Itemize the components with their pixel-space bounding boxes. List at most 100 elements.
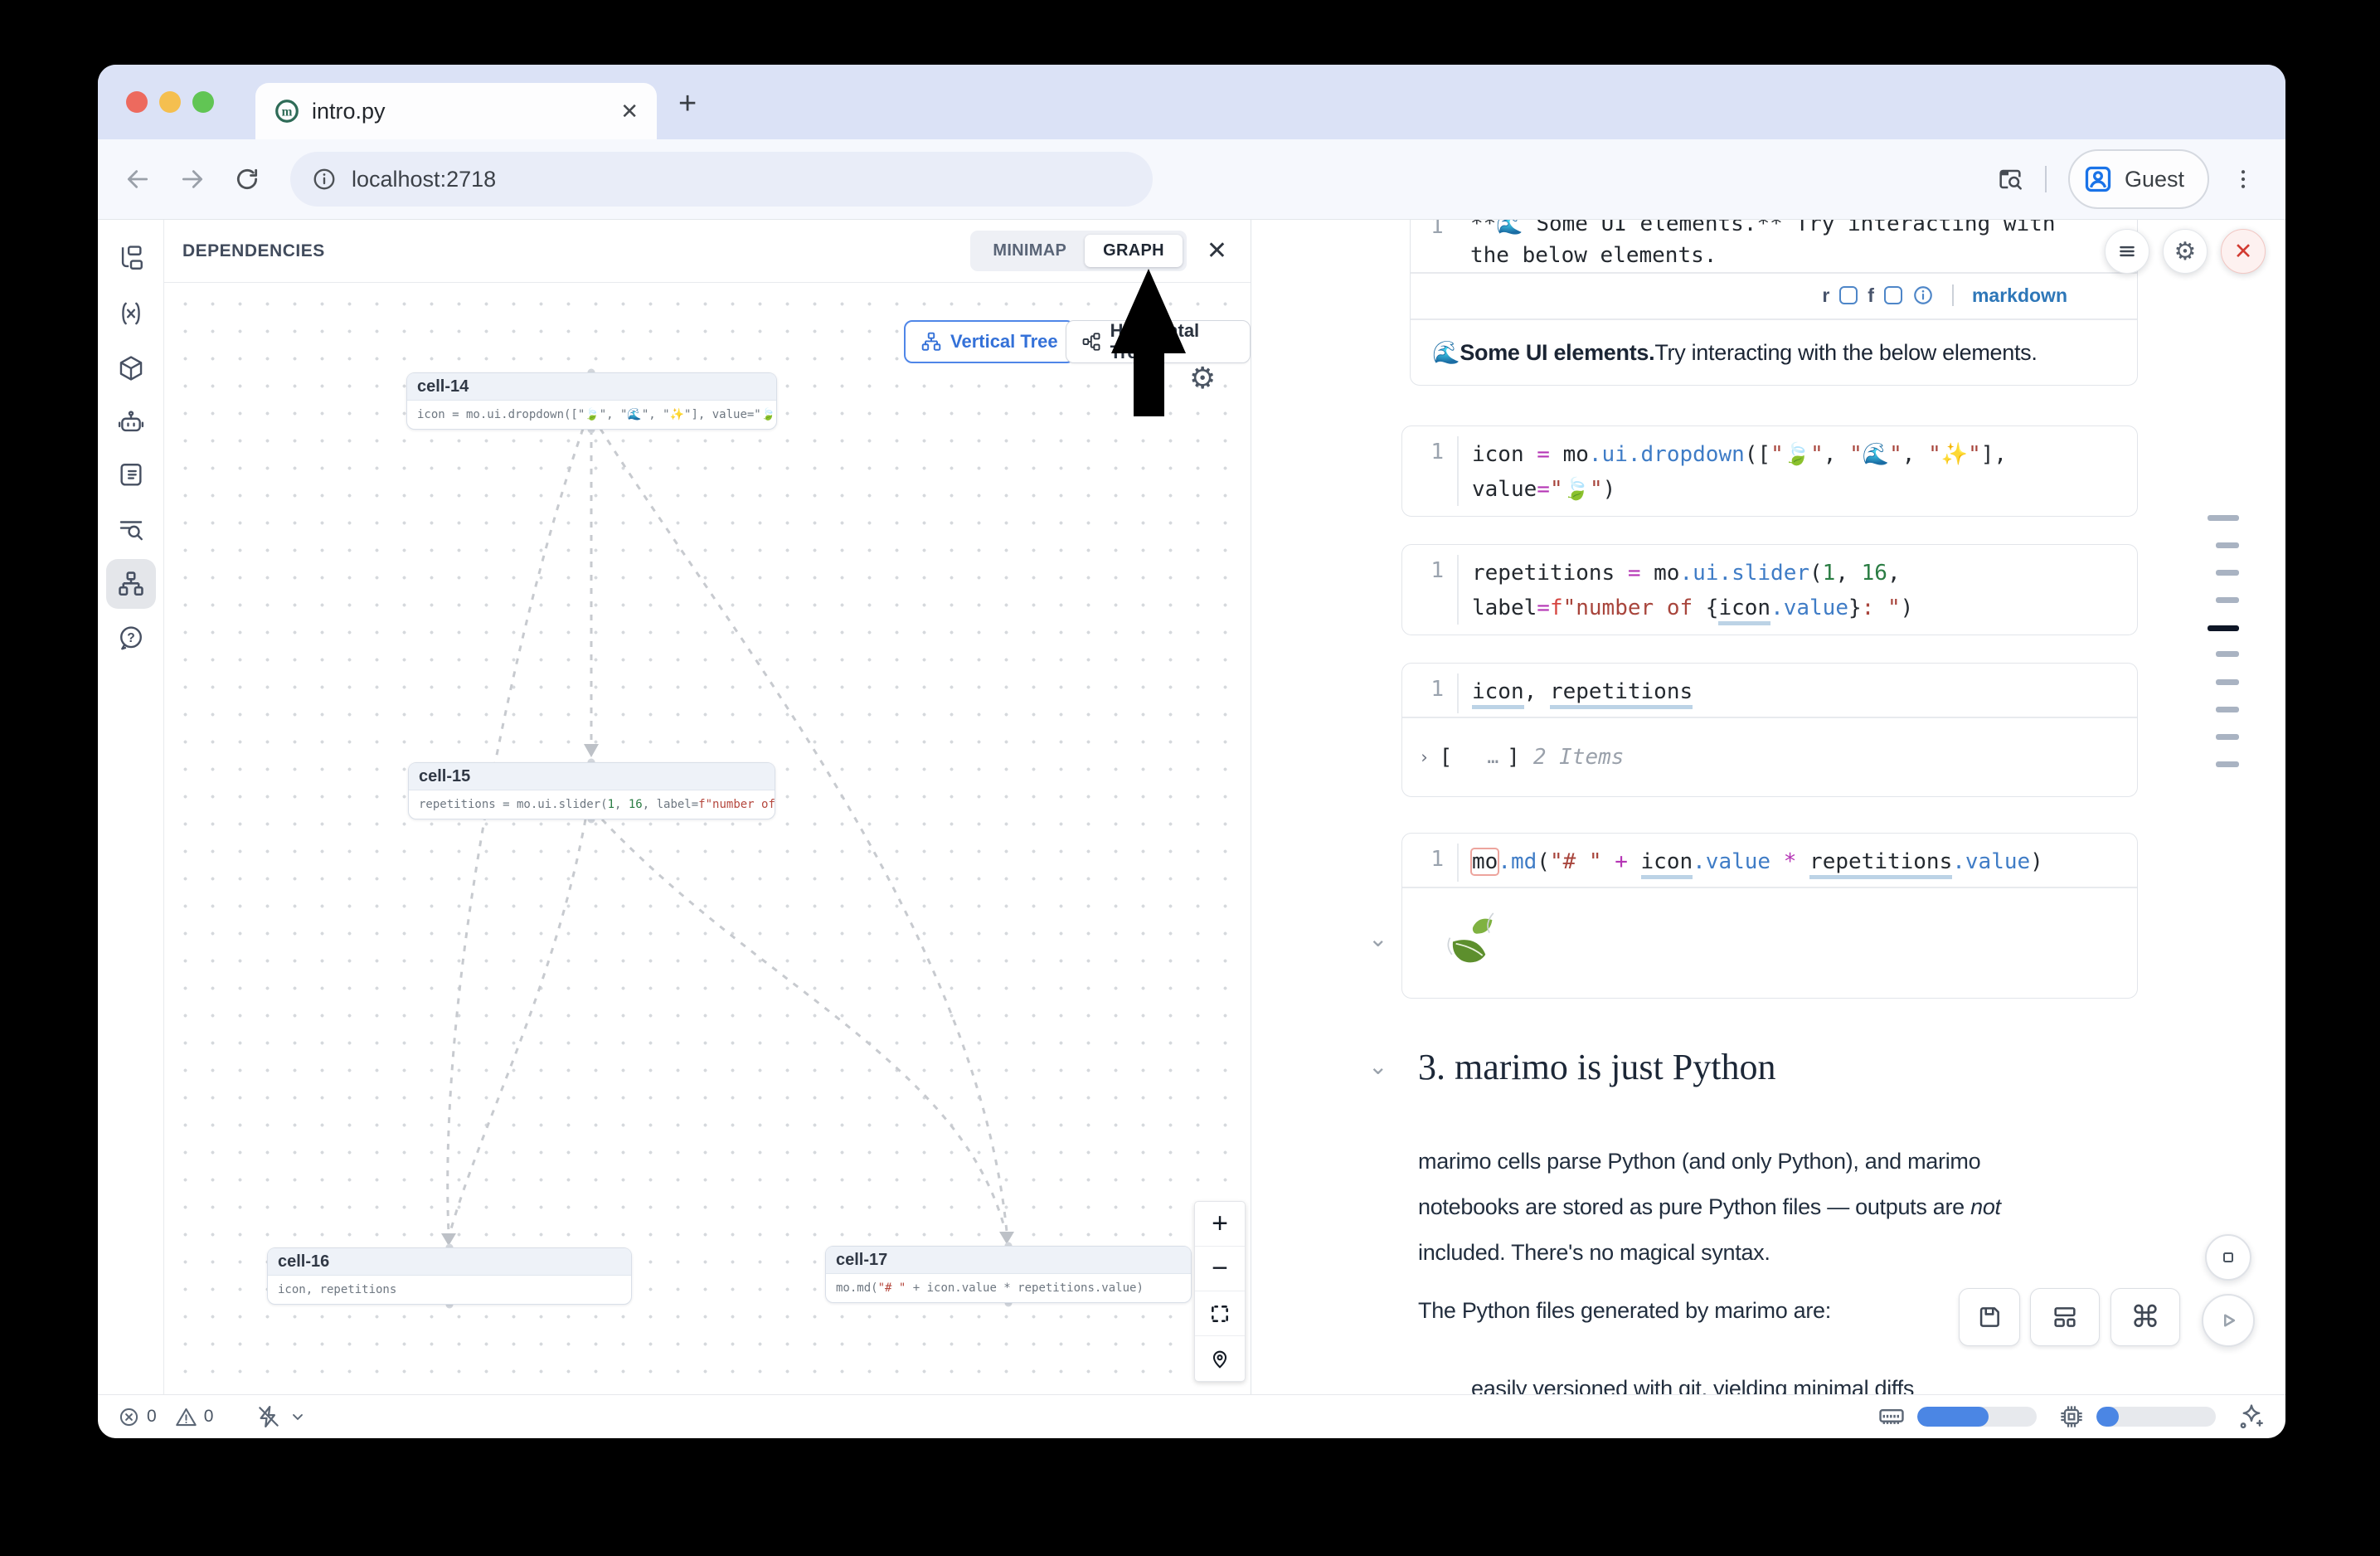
run-button[interactable] — [2202, 1294, 2255, 1347]
chevron-down-icon[interactable] — [289, 1408, 306, 1425]
tab-minimap[interactable]: MINIMAP — [974, 235, 1085, 267]
errors-count: 0 — [147, 1407, 157, 1427]
tab-close-icon[interactable]: ✕ — [620, 99, 639, 124]
left-icon-rail: ? — [98, 220, 164, 1394]
minimap-bar[interactable] — [2216, 734, 2239, 740]
url-bar[interactable]: localhost:2718 — [290, 152, 1153, 207]
markdown-cell[interactable]: 1 **🌊 Some UI elements.** Try interactin… — [1410, 219, 2138, 386]
language-badge[interactable]: markdown — [1972, 284, 2067, 307]
profile-button[interactable]: Guest — [2068, 149, 2209, 209]
node-code: mo.md("# " + icon.value * repetitions.va… — [826, 1274, 1191, 1301]
vertical-tree-button[interactable]: Vertical Tree — [904, 320, 1075, 363]
info-icon[interactable] — [1912, 284, 1934, 306]
panel-close-icon[interactable]: ✕ — [1207, 239, 1227, 264]
forward-icon[interactable] — [179, 166, 206, 192]
ellipsis: … — [1487, 746, 1498, 768]
dependency-graph-icon[interactable] — [106, 559, 156, 609]
section-paragraph: marimo cells parse Python (and only Pyth… — [1418, 1139, 2106, 1276]
cell-menu-button[interactable] — [2105, 229, 2149, 274]
memory-meter-fill — [1917, 1407, 1989, 1427]
interrupt-button[interactable] — [2205, 1234, 2251, 1281]
node-title: cell-16 — [268, 1248, 631, 1276]
macos-minimize-button[interactable] — [159, 91, 181, 113]
site-info-icon[interactable] — [312, 167, 337, 192]
output-collapse-chevron-icon[interactable]: ⌄ — [1368, 925, 1387, 952]
expand-chevron-icon[interactable]: › — [1419, 747, 1430, 767]
line-number: 1 — [1402, 677, 1444, 702]
variables-icon[interactable] — [106, 289, 156, 338]
macos-zoom-button[interactable] — [192, 91, 214, 113]
browser-tab[interactable]: m intro.py ✕ — [255, 83, 657, 139]
scratchpad-icon[interactable] — [106, 450, 156, 500]
graph-node-cell-14[interactable]: cell-14 icon = mo.ui.dropdown(["🍃", "🌊",… — [406, 372, 777, 430]
gutter-divider — [1457, 555, 1459, 625]
browser-menu-icon[interactable] — [2231, 167, 2256, 192]
minimap-bar-active[interactable] — [2208, 625, 2239, 631]
keyboard-shortcuts-button[interactable]: ⌘ — [2110, 1288, 2180, 1346]
code-cell-slider[interactable]: 1 repetitions = mo.ui.slider(1, 16,label… — [1401, 544, 2138, 635]
tab-search-icon[interactable] — [1997, 166, 2023, 192]
ai-sparkles-icon[interactable] — [2237, 1403, 2266, 1431]
toggle-checkbox[interactable] — [1884, 286, 1902, 304]
minimap-bar[interactable] — [2216, 597, 2239, 603]
help-icon[interactable]: ? — [106, 613, 156, 663]
minimap-bar[interactable] — [2216, 570, 2239, 576]
minimap-bar[interactable] — [2208, 515, 2239, 521]
ai-assistant-icon[interactable] — [106, 397, 156, 447]
tab-graph[interactable]: GRAPH — [1085, 235, 1183, 267]
line-number: 1 — [1430, 219, 1444, 239]
minimap-bar[interactable] — [2216, 679, 2239, 685]
zoom-in-icon[interactable]: + — [1195, 1202, 1245, 1247]
macos-close-button[interactable] — [126, 91, 148, 113]
section-collapse-chevron-icon[interactable]: ⌄ — [1368, 1053, 1387, 1080]
minimap-bar[interactable] — [2216, 651, 2239, 657]
file-tree-icon[interactable] — [106, 233, 156, 283]
code-editor[interactable]: icon, repetitions — [1472, 674, 2125, 709]
tuple-output[interactable]: › [ … ] 2 Items — [1402, 718, 2137, 796]
code-editor[interactable]: icon = mo.ui.dropdown(["🍃", "🌊", "✨"],va… — [1472, 437, 2125, 507]
graph-edges — [164, 283, 1251, 1394]
reload-icon[interactable] — [234, 166, 260, 192]
code-cell-md-output[interactable]: 1 mo.md("# " + icon.value * repetitions.… — [1401, 833, 2138, 999]
warnings-icon[interactable] — [175, 1406, 197, 1428]
node-code: icon = mo.ui.dropdown(["🍃", "🌊", "✨"], v… — [407, 401, 776, 428]
minimap-bar[interactable] — [2216, 707, 2239, 712]
outline-search-icon[interactable] — [106, 504, 156, 554]
toggle-checkbox[interactable] — [1839, 286, 1858, 304]
errors-icon[interactable] — [118, 1406, 140, 1428]
minimap-bar[interactable] — [2216, 542, 2239, 548]
markdown-source[interactable]: **🌊 Some UI elements.** Try interacting … — [1470, 219, 2122, 271]
save-button[interactable] — [1959, 1288, 2020, 1346]
marimo-logo-icon: m — [274, 98, 300, 124]
guest-label: Guest — [2125, 167, 2184, 192]
cell-divider — [1402, 887, 2137, 888]
line-number: 1 — [1402, 440, 1444, 464]
browser-tabstrip: m intro.py ✕ + — [98, 65, 2285, 139]
code-cell-tuple[interactable]: 1 icon, repetitions › [ … ] 2 Items — [1401, 663, 2138, 797]
bracket-open: [ — [1440, 745, 1453, 770]
fit-view-icon[interactable] — [1195, 1291, 1245, 1336]
minimap-bar[interactable] — [2216, 761, 2239, 767]
gutter-divider — [1457, 436, 1459, 506]
code-editor[interactable]: repetitions = mo.ui.slider(1, 16,label=f… — [1472, 556, 2125, 625]
copilot-disabled-icon[interactable] — [256, 1404, 281, 1429]
graph-canvas[interactable]: Vertical Tree Horizontal Tree ⚙ cell-14 … — [164, 283, 1251, 1394]
graph-node-cell-15[interactable]: cell-15 repetitions = mo.ui.slider(1, 16… — [408, 762, 775, 819]
locate-pin-icon[interactable] — [1195, 1336, 1245, 1381]
cell-settings-gear-button[interactable]: ⚙ — [2163, 229, 2208, 274]
new-tab-button[interactable]: + — [678, 86, 697, 122]
back-icon[interactable] — [124, 166, 151, 192]
code-cell-dropdown[interactable]: 1 icon = mo.ui.dropdown(["🍃", "🌊", "✨"],… — [1401, 425, 2138, 517]
packages-icon[interactable] — [106, 343, 156, 393]
line-number: 1 — [1402, 847, 1444, 872]
graph-node-cell-17[interactable]: cell-17 mo.md("# " + icon.value * repeti… — [825, 1246, 1192, 1303]
zoom-out-icon[interactable]: − — [1195, 1247, 1245, 1291]
browser-toolbar: localhost:2718 Guest — [98, 139, 2285, 219]
layout-button[interactable] — [2030, 1288, 2100, 1346]
code-editor[interactable]: mo.md("# " + icon.value * repetitions.va… — [1472, 844, 2125, 879]
shortcut-f-label: f — [1868, 284, 1874, 307]
cell-close-button[interactable]: ✕ — [2221, 229, 2266, 274]
graph-node-cell-16[interactable]: cell-16 icon, repetitions — [267, 1247, 632, 1305]
node-title: cell-14 — [407, 373, 776, 401]
section-heading: 3. marimo is just Python — [1418, 1046, 1775, 1088]
